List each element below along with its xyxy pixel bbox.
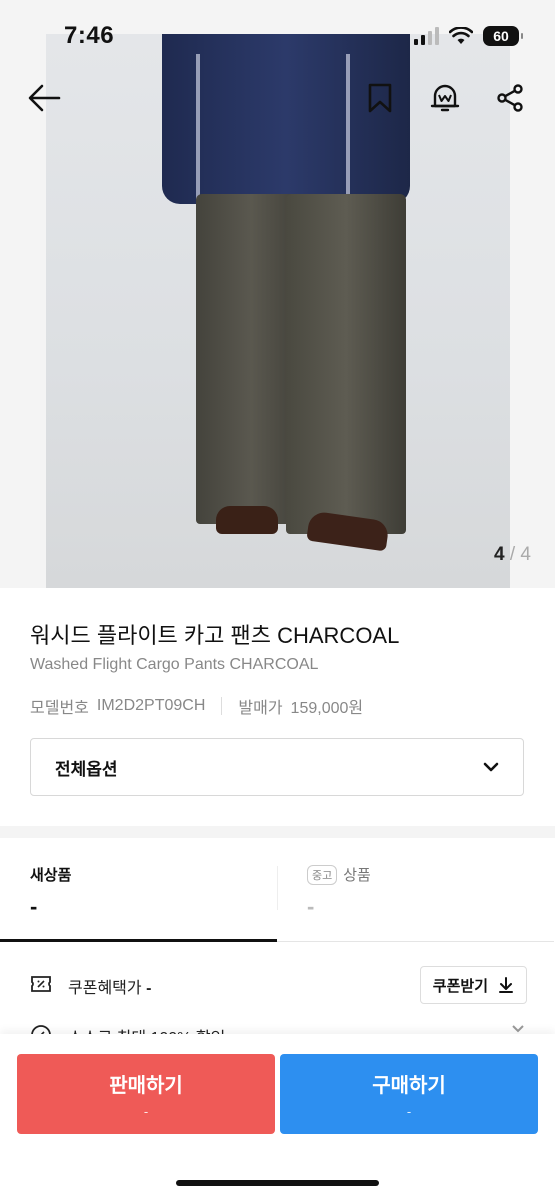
- coupon-price-label: 쿠폰혜택가: [68, 980, 142, 997]
- tab-used-price: -: [307, 894, 315, 919]
- status-bar: 7:46 60: [0, 0, 555, 70]
- photo-pants-right: [286, 194, 406, 534]
- bookmark-button[interactable]: [362, 80, 398, 116]
- back-arrow-icon: [28, 84, 61, 112]
- release-price-value: 159,000원: [290, 700, 364, 717]
- back-button[interactable]: [26, 80, 62, 116]
- coupon-price-value: -: [146, 980, 152, 997]
- wifi-icon: [449, 27, 473, 44]
- home-indicator: [176, 1180, 379, 1186]
- chevron-down-icon: [483, 762, 499, 772]
- photo-detail: [196, 54, 200, 204]
- coupon-icon: [31, 976, 51, 992]
- section-divider: [0, 826, 555, 838]
- options-select[interactable]: 전체옵션: [30, 738, 524, 796]
- share-icon: [497, 84, 523, 112]
- sell-button-price: -: [143, 1104, 149, 1119]
- download-icon: [499, 977, 513, 993]
- buy-button-label: 구매하기: [372, 1075, 446, 1097]
- share-button[interactable]: [492, 80, 528, 116]
- get-coupon-label: 쿠폰받기: [432, 977, 488, 995]
- used-badge: 중고: [307, 864, 338, 885]
- chevron-down-icon: [512, 1025, 524, 1033]
- product-title-kr: 워시드 플라이트 카고 팬츠 CHARCOAL: [30, 623, 400, 648]
- sell-button-label: 판매하기: [109, 1075, 183, 1097]
- tab-used-product[interactable]: 중고 상품 -: [277, 838, 554, 942]
- model-number-value: IM2D2PT09CH: [96, 697, 206, 714]
- price-alert-button[interactable]: [427, 80, 463, 116]
- photo-detail: [346, 54, 350, 204]
- release-price-label: 발매가: [238, 700, 283, 717]
- gallery-current: 4: [494, 544, 505, 565]
- tab-new-label: 새상품: [30, 867, 72, 884]
- gallery-total: 4: [520, 544, 531, 565]
- tab-used-label-group: 중고 상품: [307, 864, 371, 885]
- tab-new-price: -: [30, 894, 38, 919]
- price-alert-icon: [430, 84, 460, 112]
- get-coupon-button[interactable]: 쿠폰받기: [419, 966, 527, 1004]
- gallery-counter: 4 / 4: [494, 544, 531, 566]
- coupon-row: 쿠폰혜택가 - 쿠폰받기: [0, 962, 555, 1008]
- coupon-price-text: 쿠폰혜택가 -: [68, 974, 151, 998]
- product-meta: 모델번호 IM2D2PT09CH 발매가 159,000원: [30, 694, 363, 718]
- status-time: 7:46: [64, 22, 115, 49]
- gallery-separator: /: [509, 544, 516, 565]
- tab-used-label: 상품: [343, 867, 371, 884]
- battery-icon: 60: [483, 26, 523, 46]
- status-indicators: 60: [414, 26, 523, 46]
- product-top-nav: [0, 80, 555, 120]
- signal-icon: [414, 27, 439, 45]
- tab-new-product[interactable]: 새상품 -: [0, 838, 277, 942]
- condition-tabs: 새상품 - 중고 상품 -: [0, 838, 555, 942]
- buy-button[interactable]: 구매하기 -: [280, 1054, 538, 1134]
- buy-button-price: -: [406, 1104, 412, 1119]
- bottom-action-bar: 판매하기 - 구매하기 -: [0, 1034, 555, 1200]
- model-number-label: 모델번호: [30, 700, 89, 717]
- options-label: 전체옵션: [55, 759, 118, 779]
- meta-divider: [221, 697, 223, 715]
- product-title-en: Washed Flight Cargo Pants CHARCOAL: [30, 656, 319, 673]
- photo-shoe-left: [216, 506, 278, 534]
- sell-button[interactable]: 판매하기 -: [17, 1054, 275, 1134]
- bookmark-icon: [368, 83, 392, 113]
